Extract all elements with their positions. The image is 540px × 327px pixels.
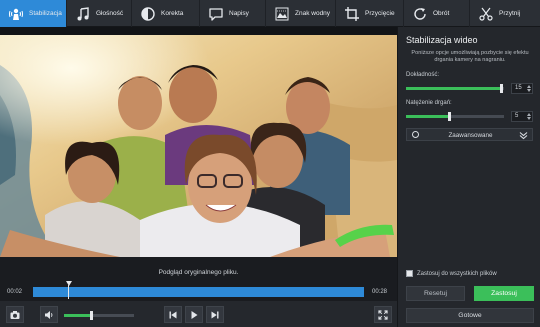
video-frame-image — [0, 35, 397, 257]
watermark-icon — [274, 6, 290, 22]
reset-button[interactable]: Resetuj — [406, 286, 465, 301]
effects-toolbar: Stabilizacja Głośność Korekta Napisy Zna… — [0, 0, 540, 27]
accuracy-spinbox[interactable]: 15 — [511, 83, 533, 94]
accuracy-value: 15 — [515, 85, 522, 91]
apply-to-all-checkbox[interactable]: Zastosuj do wszystkich plików — [406, 270, 497, 277]
apply-to-all-label: Zastosuj do wszystkich plików — [417, 270, 497, 277]
tab-label: Przytnij — [499, 10, 521, 17]
tab-captions[interactable]: Napisy — [200, 0, 266, 27]
tab-label: Przycięcie — [365, 10, 395, 17]
mute-button[interactable] — [40, 306, 58, 323]
music-note-icon — [75, 6, 91, 22]
snapshot-button[interactable] — [6, 306, 24, 323]
checkbox[interactable] — [406, 270, 413, 277]
shake-slider[interactable] — [406, 112, 504, 121]
group-selfie-image — [0, 35, 397, 257]
tab-label: Stabilizacja — [29, 10, 62, 17]
contrast-icon — [140, 6, 156, 22]
shake-level — [406, 115, 450, 118]
next-frame-icon — [211, 311, 219, 318]
shake-label: Natężenie drgań: — [406, 100, 452, 106]
play-button[interactable] — [185, 306, 203, 323]
scissors-icon — [478, 6, 494, 22]
shake-value: 5 — [515, 113, 519, 119]
fullscreen-icon — [378, 309, 388, 320]
spin-arrows[interactable] — [527, 85, 531, 92]
shake-spinbox[interactable]: 5 — [511, 111, 533, 122]
stabilization-icon — [8, 6, 24, 22]
speech-bubble-icon — [208, 6, 224, 22]
advanced-toggle[interactable]: Zaawansowane — [406, 128, 533, 141]
tab-trim[interactable]: Przytnij — [470, 0, 540, 27]
total-time: 00:28 — [372, 289, 388, 295]
apply-button[interactable]: Zastosuj — [474, 286, 534, 301]
previous-frame-icon — [169, 311, 177, 318]
volume-level — [64, 314, 92, 317]
accuracy-knob[interactable] — [500, 84, 503, 93]
accuracy-label: Dokładność: — [406, 72, 440, 78]
tab-crop[interactable]: Przycięcie — [336, 0, 404, 27]
camera-icon — [10, 310, 20, 319]
double-chevron-down-icon — [519, 132, 528, 140]
player-controls — [0, 301, 397, 327]
tab-label: Głośność — [96, 10, 124, 17]
crop-icon — [344, 6, 360, 22]
video-preview — [0, 27, 397, 257]
tab-correction[interactable]: Korekta — [132, 0, 200, 27]
panel-description: Poniższe opcje umożliwiają pozbycie się … — [411, 50, 529, 63]
fullscreen-button[interactable] — [374, 306, 392, 323]
rotate-icon — [412, 6, 428, 22]
shake-knob[interactable] — [448, 112, 451, 121]
playhead-line — [68, 285, 69, 299]
preview-caption: Podgląd oryginalnego pliku. — [158, 269, 239, 276]
stabilization-panel: Stabilizacja wideo Poniższe opcje umożli… — [397, 27, 540, 327]
tab-stabilization[interactable]: Stabilizacja — [0, 0, 67, 27]
volume-slider[interactable] — [64, 311, 134, 320]
tab-label: Korekta — [161, 10, 184, 17]
advanced-label: Zaawansowane — [448, 132, 493, 139]
current-time: 00:02 — [7, 289, 23, 295]
next-frame-button[interactable] — [206, 306, 224, 323]
previous-frame-button[interactable] — [164, 306, 182, 323]
spin-arrows[interactable] — [527, 113, 531, 120]
play-icon — [191, 310, 198, 319]
panel-title: Stabilizacja wideo — [406, 35, 478, 45]
accuracy-level — [406, 87, 502, 90]
tab-volume[interactable]: Głośność — [67, 0, 132, 27]
done-button[interactable]: Gotowe — [406, 308, 534, 323]
tab-label: Obrót — [433, 10, 450, 17]
tab-rotate[interactable]: Obrót — [404, 0, 470, 27]
playhead-marker[interactable] — [66, 281, 72, 286]
accuracy-slider[interactable] — [406, 84, 504, 93]
tab-label: Znak wodny — [295, 10, 331, 17]
timeline-track[interactable] — [33, 287, 364, 297]
timeline: 00:02 00:28 — [0, 281, 397, 301]
tab-watermark[interactable]: Znak wodny — [266, 0, 336, 27]
tab-label: Napisy — [229, 10, 249, 17]
preview-caption-bar: Podgląd oryginalnego pliku. — [0, 257, 397, 281]
volume-knob[interactable] — [90, 311, 93, 320]
speaker-icon — [45, 310, 53, 319]
